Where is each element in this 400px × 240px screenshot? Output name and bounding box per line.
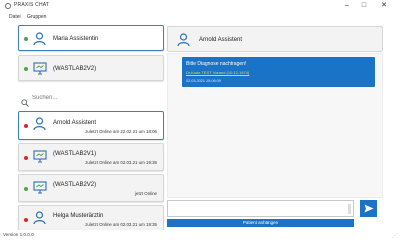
- contact-card-helga-musteraerztin[interactable]: Helga Musterärztin zuletzt Online am 02.…: [18, 205, 164, 230]
- last-online-text: zuletzt Online am 22.02.21 um 18:06: [85, 129, 157, 134]
- contact-name: Helga Musterärztin: [53, 213, 104, 219]
- contact-name: (WASTLAB2V2): [53, 66, 97, 72]
- contacts-panel: Maria Assistentin (WASTLAB2V2) Arnold As…: [14, 23, 166, 230]
- contact-card-wastlab2v2[interactable]: (WASTLAB2V2) jetzt Online: [18, 174, 164, 202]
- version-label: Version 1.0.0.0: [3, 232, 34, 237]
- online-text: jetzt Online: [135, 191, 157, 196]
- offline-status-dot: [24, 156, 28, 160]
- last-online-text: zuletzt Online am 02.03.21 um 19:35: [85, 160, 157, 165]
- message-area: Bitte Diagnose nachtragen! Dr.Kode TEST …: [167, 53, 383, 198]
- offline-status-dot: [24, 218, 28, 222]
- offline-status-dot: [24, 124, 28, 128]
- monitor-icon: [33, 150, 47, 168]
- user-icon: [33, 117, 46, 136]
- contact-name: Maria Assistentin: [53, 36, 99, 42]
- chat-partner-name: Arnold Assistent: [199, 37, 243, 43]
- send-icon: [364, 201, 374, 216]
- menu-bar: Datei Gruppen: [0, 13, 400, 23]
- search-bar: [18, 91, 164, 107]
- send-button[interactable]: [360, 200, 377, 217]
- user-icon: [33, 32, 46, 51]
- chat-header: Arnold Assistent: [167, 26, 383, 52]
- window-title: PRAXIS CHAT: [14, 2, 50, 8]
- minimize-icon[interactable]: –: [341, 1, 353, 11]
- menu-gruppen[interactable]: Gruppen: [27, 14, 46, 20]
- contact-card-wastlab2v2-top[interactable]: (WASTLAB2V2): [18, 55, 164, 81]
- message-bubble: Bitte Diagnose nachtragen! Dr.Kode TEST …: [182, 57, 375, 87]
- input-scrollbar[interactable]: [348, 204, 351, 214]
- monitor-icon: [33, 62, 47, 80]
- message-timestamp: 02.03.2021 15:06:09: [186, 79, 221, 83]
- close-icon[interactable]: ✕: [378, 1, 390, 11]
- user-icon: [33, 211, 46, 230]
- title-bar: PRAXIS CHAT – □ ✕: [0, 0, 400, 13]
- online-status-dot: [24, 187, 28, 191]
- message-text: Bitte Diagnose nachtragen!: [186, 61, 247, 67]
- contact-name: (WASTLAB2V2): [53, 182, 97, 188]
- contact-card-arnold-assistent[interactable]: Arnold Assistent zuletzt Online am 22.02…: [18, 111, 164, 140]
- patient-link[interactable]: Dr.Kode TEST Vorand (10.12.1974): [186, 70, 249, 75]
- search-icon: [21, 94, 29, 112]
- contact-card-maria-assistentin[interactable]: Maria Assistentin: [18, 25, 164, 51]
- monitor-icon: [33, 181, 47, 199]
- contact-card-wastlab2v1[interactable]: (WASTLAB2V1) zuletzt Online am 02.03.21 …: [18, 143, 164, 171]
- attach-patient-button[interactable]: Patient anhängen: [167, 219, 354, 227]
- menu-datei[interactable]: Datei: [9, 14, 21, 20]
- app-icon: [5, 3, 11, 9]
- maximize-icon[interactable]: □: [358, 1, 370, 11]
- online-status-dot: [24, 67, 28, 71]
- status-bar: Version 1.0.0.0 ⋰: [0, 230, 400, 240]
- search-input[interactable]: [32, 93, 160, 103]
- user-icon: [177, 33, 190, 52]
- resize-grip-icon[interactable]: ⋰: [392, 233, 397, 239]
- chat-panel: Arnold Assistent Bitte Diagnose nachtrag…: [167, 23, 385, 230]
- online-status-dot: [24, 37, 28, 41]
- last-online-text: zuletzt Online am 02.03.21 um 19:35: [85, 222, 157, 227]
- message-input[interactable]: [167, 200, 354, 217]
- contact-name: (WASTLAB2V1): [53, 151, 97, 157]
- contact-name: Arnold Assistent: [53, 120, 97, 126]
